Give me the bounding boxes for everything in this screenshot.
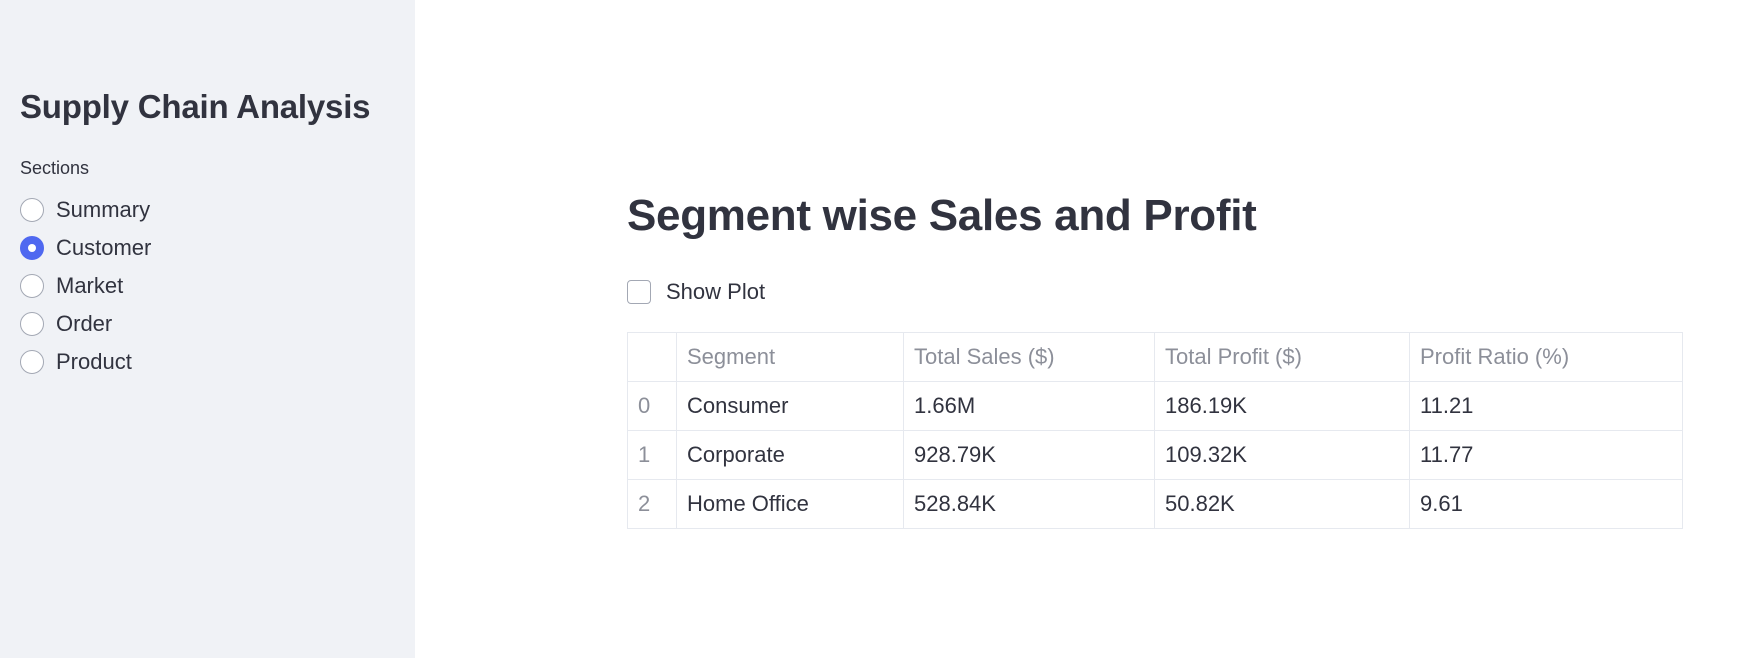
content-block: Segment wise Sales and Profit Show Plot … [627, 188, 1683, 529]
cell-total-profit: 186.19K [1154, 381, 1410, 431]
radio-circle-icon[interactable] [20, 350, 44, 374]
row-index: 0 [627, 381, 677, 431]
radio-option-product[interactable]: Product [20, 343, 395, 381]
column-header-profit-ratio[interactable]: Profit Ratio (%) [1409, 332, 1683, 382]
cell-total-sales: 1.66M [903, 381, 1155, 431]
cell-profit-ratio: 9.61 [1409, 479, 1683, 529]
radio-option-customer[interactable]: Customer [20, 229, 395, 267]
column-header-total-sales[interactable]: Total Sales ($) [903, 332, 1155, 382]
sidebar: Supply Chain Analysis Sections Summary C… [0, 0, 415, 658]
cell-segment: Home Office [676, 479, 904, 529]
row-index: 1 [627, 430, 677, 480]
radio-circle-icon[interactable] [20, 312, 44, 336]
cell-segment: Consumer [676, 381, 904, 431]
segment-table: Segment Total Sales ($) Total Profit ($)… [627, 332, 1683, 529]
radio-option-market[interactable]: Market [20, 267, 395, 305]
radio-label: Market [56, 273, 124, 298]
radio-option-summary[interactable]: Summary [20, 191, 395, 229]
column-header-total-profit[interactable]: Total Profit ($) [1154, 332, 1410, 382]
radio-label: Product [56, 349, 132, 374]
cell-total-sales: 528.84K [903, 479, 1155, 529]
cell-total-sales: 928.79K [903, 430, 1155, 480]
sidebar-title: Supply Chain Analysis [20, 88, 371, 125]
page-title: Segment wise Sales and Profit [627, 191, 1257, 240]
radio-circle-icon[interactable] [20, 198, 44, 222]
radio-label: Summary [56, 197, 151, 222]
cell-profit-ratio: 11.21 [1409, 381, 1683, 431]
cell-total-profit: 50.82K [1154, 479, 1410, 529]
column-header-index[interactable] [627, 332, 677, 382]
main-content: Segment wise Sales and Profit Show Plot … [415, 0, 1753, 658]
table-header-row: Segment Total Sales ($) Total Profit ($)… [627, 332, 1683, 382]
table-row: 2 Home Office 528.84K 50.82K 9.61 [627, 479, 1683, 529]
checkbox-icon[interactable] [627, 280, 651, 304]
cell-profit-ratio: 11.77 [1409, 430, 1683, 480]
show-plot-checkbox[interactable]: Show Plot [627, 279, 1683, 305]
sections-radio-group: Sections Summary Customer Market Order P… [20, 158, 395, 381]
cell-total-profit: 109.32K [1154, 430, 1410, 480]
radio-circle-icon[interactable] [20, 274, 44, 298]
column-header-segment[interactable]: Segment [676, 332, 904, 382]
radio-group-label: Sections [20, 158, 90, 178]
radio-option-order[interactable]: Order [20, 305, 395, 343]
app: Supply Chain Analysis Sections Summary C… [0, 0, 1753, 658]
radio-label: Order [56, 311, 113, 336]
table-row: 1 Corporate 928.79K 109.32K 11.77 [627, 430, 1683, 480]
row-index: 2 [627, 479, 677, 529]
cell-segment: Corporate [676, 430, 904, 480]
checkbox-label: Show Plot [666, 279, 766, 304]
radio-circle-selected-icon[interactable] [20, 236, 44, 260]
table-row: 0 Consumer 1.66M 186.19K 11.21 [627, 381, 1683, 431]
radio-label: Customer [56, 235, 152, 260]
